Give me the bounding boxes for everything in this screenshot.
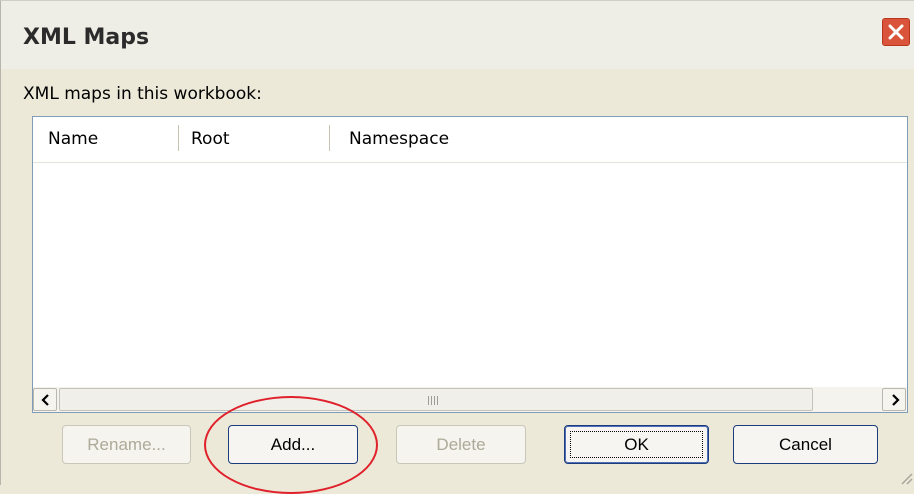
cancel-button[interactable]: Cancel <box>733 425 878 464</box>
close-icon <box>888 24 904 40</box>
xml-maps-dialog: XML Maps XML maps in this workbook: Name… <box>0 0 914 494</box>
column-divider[interactable] <box>178 125 179 151</box>
title-bar[interactable]: XML Maps <box>1 1 914 69</box>
close-button[interactable] <box>882 18 910 46</box>
xml-maps-list[interactable]: Name Root Namespace <box>32 116 908 413</box>
column-header-name[interactable]: Name <box>48 129 98 149</box>
dialog-title: XML Maps <box>23 25 150 50</box>
ok-button[interactable]: OK <box>564 425 709 464</box>
horizontal-scrollbar[interactable] <box>33 387 907 412</box>
resize-grip-icon[interactable] <box>897 469 913 485</box>
chevron-right-icon <box>892 394 900 406</box>
scroll-right-button[interactable] <box>882 388 906 411</box>
scroll-left-button[interactable] <box>33 388 57 411</box>
xml-maps-list-label: XML maps in this workbook: <box>23 84 262 104</box>
list-header: Name Root Namespace <box>33 117 907 163</box>
xml-maps-list-label-text: XML maps in this workbook: <box>23 84 262 104</box>
focus-indicator <box>570 431 703 458</box>
grip-icon <box>428 396 440 405</box>
column-header-namespace[interactable]: Namespace <box>349 129 449 149</box>
delete-button[interactable]: Delete <box>396 425 526 464</box>
column-header-root[interactable]: Root <box>191 129 230 149</box>
highlight-annotation-circle <box>204 396 378 494</box>
chevron-left-icon <box>41 394 49 406</box>
rename-button[interactable]: Rename... <box>62 425 191 464</box>
scroll-thumb[interactable] <box>59 388 813 411</box>
column-divider[interactable] <box>329 125 330 151</box>
